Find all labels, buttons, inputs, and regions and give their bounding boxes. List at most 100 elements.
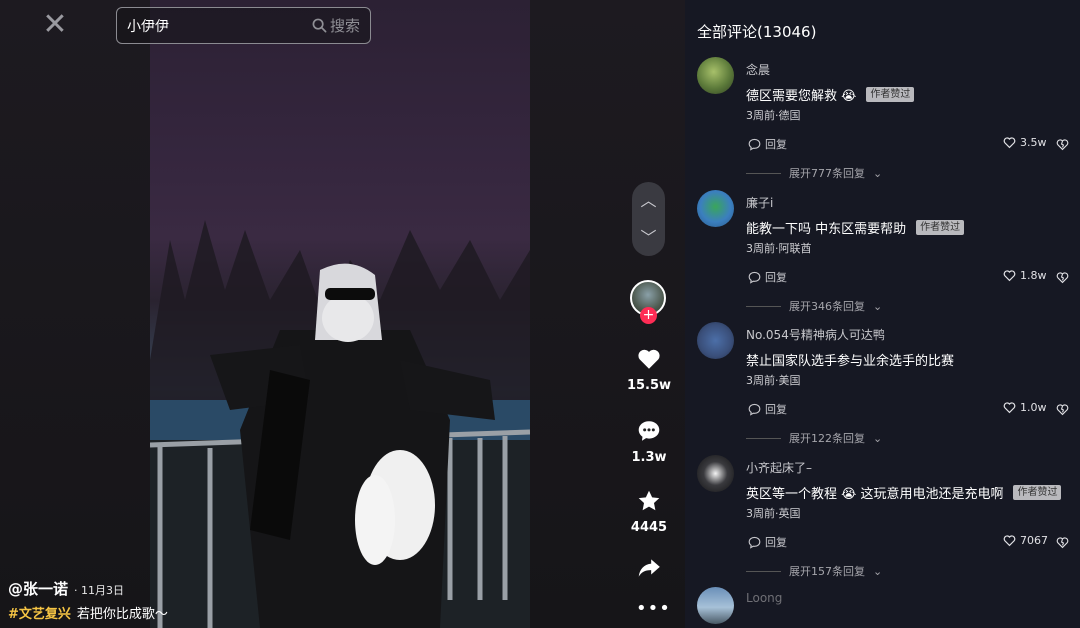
expand-replies-label: 展开346条回复 [789, 300, 865, 313]
comment-meta: 3周前·阿联酋 [746, 242, 812, 255]
star-icon [638, 490, 660, 511]
comment-text-row: 英区等一个教程 😭 这玩意用电池还是充电啊 作者赞过 [746, 483, 1062, 502]
comment-like-button[interactable]: 3.5w [1003, 136, 1047, 149]
commenter-name[interactable]: 念晨 [746, 61, 770, 78]
video-info: @张一诺 · 11月3日 #文艺复兴 若把你比成歌～ [8, 578, 168, 622]
chevron-down-icon: ⌄ [873, 166, 883, 180]
heart-outline-icon [1003, 270, 1016, 282]
expand-replies-button[interactable]: 展开122条回复 ⌄ [746, 430, 882, 446]
expand-replies-label: 展开122条回复 [789, 432, 865, 445]
divider-line [746, 305, 781, 307]
author-liked-badge: 作者赞过 [916, 220, 965, 235]
comment-dislike-button[interactable] [1056, 269, 1069, 288]
reply-button[interactable]: 回复 [748, 136, 787, 152]
follow-plus-button[interactable]: + [640, 307, 657, 324]
reply-button[interactable]: 回复 [748, 534, 787, 550]
expand-replies-button[interactable]: 展开157条回复 ⌄ [746, 563, 882, 579]
reply-label: 回复 [765, 536, 787, 549]
comment-text-row: 禁止国家队选手参与业余选手的比赛 [746, 350, 954, 369]
share-arrow-icon [638, 559, 660, 577]
reply-button[interactable]: 回复 [748, 401, 787, 417]
author-line: @张一诺 · 11月3日 [8, 578, 168, 599]
expand-replies-label: 展开157条回复 [789, 565, 865, 578]
comment-item: 念晨 德区需要您解救 😭 作者赞过 3周前·德国 回复 3.5w 展开777条回… [685, 57, 1080, 189]
like-button[interactable]: 15.5w [622, 346, 676, 393]
search-button-label: 搜索 [329, 17, 360, 35]
search-button[interactable]: 搜索 [312, 15, 360, 36]
reply-bubble-icon [748, 271, 761, 284]
comment-text: 禁止国家队选手参与业余选手的比赛 [746, 354, 955, 369]
favorite-button[interactable]: 4445 [622, 488, 676, 535]
search-icon [312, 18, 327, 33]
search-input[interactable] [127, 17, 312, 34]
comment-dislike-button[interactable] [1056, 401, 1069, 420]
chevron-down-icon[interactable]: ﹀ [640, 229, 656, 246]
commenter-avatar[interactable] [697, 57, 734, 94]
chevron-up-icon[interactable]: ︿ [640, 192, 656, 209]
post-date: · 11月3日 [74, 584, 125, 597]
reply-label: 回复 [765, 138, 787, 151]
broken-heart-icon [1056, 537, 1069, 549]
broken-heart-icon [1056, 272, 1069, 284]
author-liked-badge: 作者赞过 [1013, 485, 1062, 500]
comment-dislike-button[interactable] [1056, 136, 1069, 155]
reply-bubble-icon [748, 138, 761, 151]
comment-dislike-button[interactable] [1056, 534, 1069, 553]
more-options-icon[interactable]: ••• [636, 598, 671, 619]
caption-line: #文艺复兴 若把你比成歌～ [8, 603, 168, 622]
comment-text-row: 能教一下吗 中东区需要帮助 作者赞过 [746, 218, 965, 237]
expand-replies-button[interactable]: 展开777条回复 ⌄ [746, 165, 882, 181]
comment-meta: 3周前·英国 [746, 507, 801, 520]
expand-replies-button[interactable]: 展开346条回复 ⌄ [746, 298, 882, 314]
search-bar[interactable]: 搜索 [116, 7, 371, 44]
comment-like-count: 1.8w [1020, 269, 1047, 282]
comment-meta: 3周前·美国 [746, 374, 801, 387]
video-scene-illustration [150, 220, 530, 628]
chevron-down-icon: ⌄ [873, 564, 883, 578]
divider-line [746, 437, 781, 439]
reply-label: 回复 [765, 271, 787, 284]
comment-item: Loong [685, 587, 1080, 628]
reply-label: 回复 [765, 403, 787, 416]
divider-line [746, 172, 781, 174]
reply-bubble-icon [748, 536, 761, 549]
comment-like-button[interactable]: 1.8w [1003, 269, 1047, 282]
video-blur-background-left [0, 0, 150, 628]
author-liked-badge: 作者赞过 [866, 87, 915, 102]
comment-text-row: 德区需要您解救 😭 作者赞过 [746, 85, 915, 104]
video-frame[interactable] [150, 0, 530, 628]
comment-meta: 3周前·德国 [746, 109, 801, 122]
comment-text: 德区需要您解救 😭 [746, 89, 857, 104]
heart-outline-icon [1003, 535, 1016, 547]
comment-item: 廉子i 能教一下吗 中东区需要帮助 作者赞过 3周前·阿联酋 回复 1.8w 展… [685, 190, 1080, 322]
commenter-name[interactable]: 小齐起床了– [746, 459, 812, 476]
video-player[interactable]: ✕ 搜索 ︿ ﹀ + 15.5w 1.3w 4445 [0, 0, 685, 628]
commenter-avatar[interactable] [697, 190, 734, 227]
heart-outline-icon [1003, 402, 1016, 414]
comment-like-count: 1.0w [1020, 401, 1047, 414]
commenter-name[interactable]: Loong [746, 591, 782, 605]
favorite-count: 4445 [630, 520, 668, 535]
comment-button[interactable]: 1.3w [622, 418, 676, 465]
share-button[interactable] [622, 555, 676, 581]
author-name-link[interactable]: @张一诺 [8, 578, 68, 599]
commenter-avatar[interactable] [697, 322, 734, 359]
commenter-avatar[interactable] [697, 455, 734, 492]
reply-button[interactable]: 回复 [748, 269, 787, 285]
comment-like-button[interactable]: 1.0w [1003, 401, 1047, 414]
comment-like-count: 3.5w [1020, 136, 1047, 149]
comment-text: 能教一下吗 中东区需要帮助 [746, 222, 907, 237]
chevron-down-icon: ⌄ [873, 431, 883, 445]
comment-text: 英区等一个教程 😭 这玩意用电池还是充电啊 [746, 487, 1004, 502]
close-button[interactable]: ✕ [38, 8, 72, 42]
hashtag-link[interactable]: #文艺复兴 [8, 607, 71, 622]
comment-like-button[interactable]: 7067 [1003, 534, 1048, 547]
comments-panel: 全部评论(13046) 念晨 德区需要您解救 😭 作者赞过 3周前·德国 回复 … [685, 0, 1080, 628]
commenter-name[interactable]: No.054号精神病人可达鸭 [746, 326, 885, 343]
comments-title: 全部评论(13046) [697, 23, 817, 41]
commenter-name[interactable]: 廉子i [746, 194, 773, 211]
expand-replies-label: 展开777条回复 [789, 167, 865, 180]
chevron-down-icon: ⌄ [873, 299, 883, 313]
commenter-avatar[interactable] [697, 587, 734, 624]
heart-icon [638, 349, 660, 369]
